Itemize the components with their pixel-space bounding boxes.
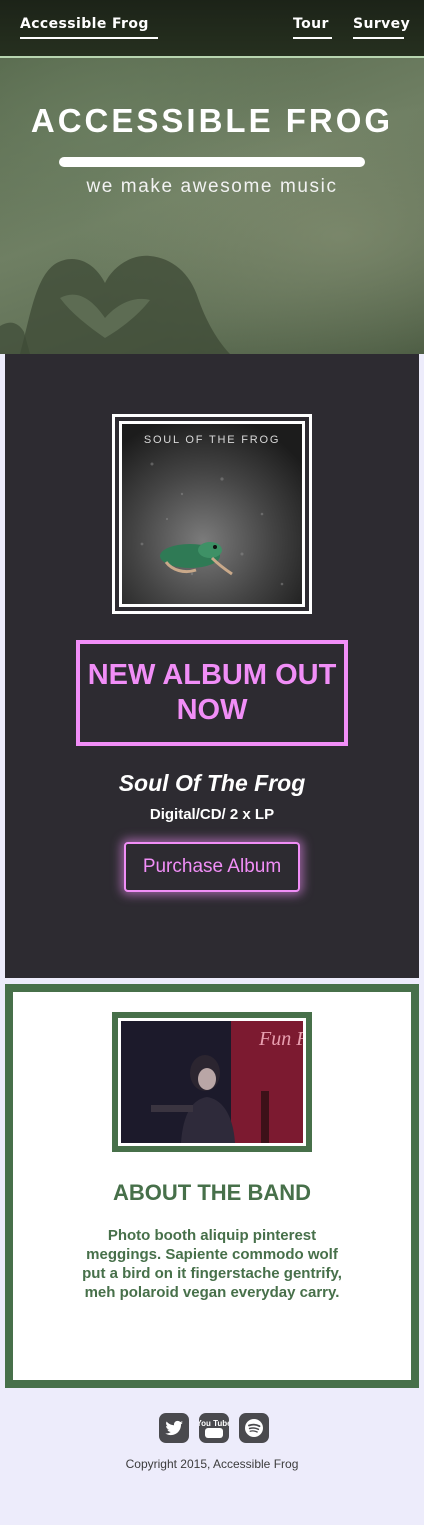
hero-banner: ACCESSIBLE FROG we make awesome music [0,58,424,354]
hero-tagline: we make awesome music [86,176,338,197]
about-section: Fun Fr ABOUT THE BAND Photo booth aliqui… [5,984,419,1388]
heart-hands-image [0,255,230,354]
twitter-icon[interactable] [159,1413,189,1443]
social-links: You Tube [159,1413,269,1445]
band-photo-frame: Fun Fr [112,1012,312,1152]
purchase-album-button[interactable]: Purchase Album [124,842,300,892]
album-cover-frame: SOUL OF THE FROG [112,414,312,614]
copyright-text: Copyright 2015, Accessible Frog [125,1457,299,1471]
new-album-banner: NEW ALBUM OUT NOW [76,640,348,746]
brand-link[interactable]: Accessible Frog [20,16,158,39]
hero-divider [59,157,365,167]
album-formats: Digital/CD/ 2 x LP [149,806,275,823]
album-cover-title: SOUL OF THE FROG [143,434,281,446]
hero-title: ACCESSIBLE FROG [30,102,394,139]
about-title: ABOUT THE BAND [113,1180,311,1205]
about-description: Photo booth aliquip pinterest meggings. … [82,1227,342,1301]
spotify-icon[interactable] [239,1413,269,1443]
album-section: SOUL OF THE FROG NEW ALBUM OUT NOW Soul … [5,354,419,978]
band-photo-image: Fun Fr [121,1021,303,1143]
youtube-icon-you-text: You Tube [199,1419,229,1428]
band-photo: Fun Fr [121,1021,303,1143]
album-name: Soul Of The Frog [118,770,306,796]
album-cover-image: SOUL OF THE FROG [119,421,305,607]
top-nav: Accessible Frog Tour Survey [0,0,424,58]
frog-photo [122,424,302,604]
band-photo-sign-text: Fun Fr [258,1028,303,1050]
youtube-icon[interactable]: You Tube [199,1413,229,1443]
nav-link-tour[interactable]: Tour [293,16,332,39]
nav-link-survey[interactable]: Survey [353,16,410,39]
